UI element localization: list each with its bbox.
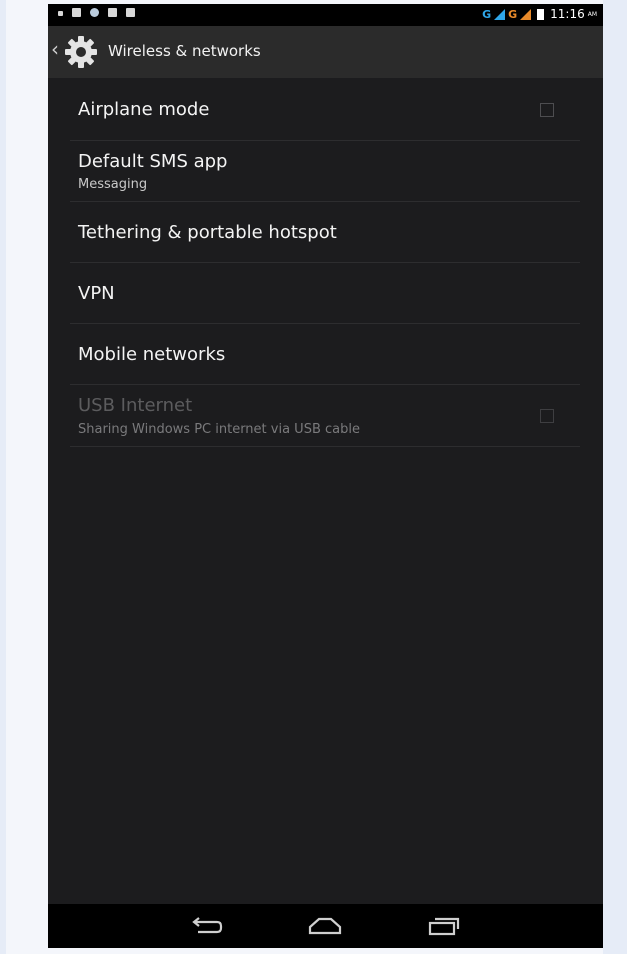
warning-icon	[58, 11, 63, 16]
phone-screen: G G 11:16 AM ‹ Wireless & networks Airpl…	[48, 4, 603, 948]
clock: 11:16	[550, 7, 585, 21]
setting-title: Default SMS app	[78, 151, 228, 172]
home-icon[interactable]	[305, 912, 345, 940]
system-status: G G 11:16 AM	[482, 7, 597, 21]
recent-apps-icon[interactable]	[424, 912, 464, 940]
airplane-mode-checkbox[interactable]	[540, 103, 554, 117]
setting-title: USB Internet	[78, 395, 193, 416]
settings-gear-icon[interactable]	[63, 34, 99, 70]
page-margin-left	[0, 0, 6, 954]
setting-vpn[interactable]: VPN	[70, 263, 580, 324]
setting-subtitle: Sharing Windows PC internet via USB cabl…	[78, 422, 360, 437]
setting-mobile-networks[interactable]: Mobile networks	[70, 324, 580, 385]
network-type-2: G	[508, 7, 518, 21]
setting-title: VPN	[78, 283, 115, 304]
message-icon	[126, 8, 135, 17]
usb-internet-checkbox	[540, 409, 554, 423]
action-bar: ‹ Wireless & networks	[48, 26, 603, 78]
setting-title: Airplane mode	[78, 99, 210, 120]
setting-tethering-hotspot[interactable]: Tethering & portable hotspot	[70, 202, 580, 263]
status-bar: G G 11:16 AM	[48, 4, 603, 26]
setting-usb-internet: USB Internet Sharing Windows PC internet…	[70, 385, 580, 447]
signal-strength-2-icon	[520, 8, 532, 20]
screenshot-icon	[108, 8, 117, 17]
back-icon[interactable]	[186, 912, 226, 940]
network-type-1: G	[482, 7, 492, 21]
setting-default-sms-app[interactable]: Default SMS app Messaging	[70, 141, 580, 202]
page-title: Wireless & networks	[108, 42, 261, 60]
download-icon	[72, 8, 81, 17]
settings-list: Airplane mode Default SMS app Messaging …	[70, 78, 580, 447]
sync-icon	[90, 8, 99, 17]
setting-subtitle: Messaging	[78, 177, 148, 192]
setting-airplane-mode[interactable]: Airplane mode	[70, 78, 580, 141]
clock-ampm: AM	[587, 10, 597, 18]
battery-icon	[537, 8, 545, 20]
page-margin-right	[603, 0, 627, 954]
up-navigation-chevron-icon[interactable]: ‹	[51, 39, 59, 59]
navigation-bar	[48, 904, 603, 948]
signal-strength-icon	[494, 8, 506, 20]
setting-title: Mobile networks	[78, 344, 226, 365]
setting-title: Tethering & portable hotspot	[78, 222, 337, 243]
notification-icons	[58, 8, 135, 17]
